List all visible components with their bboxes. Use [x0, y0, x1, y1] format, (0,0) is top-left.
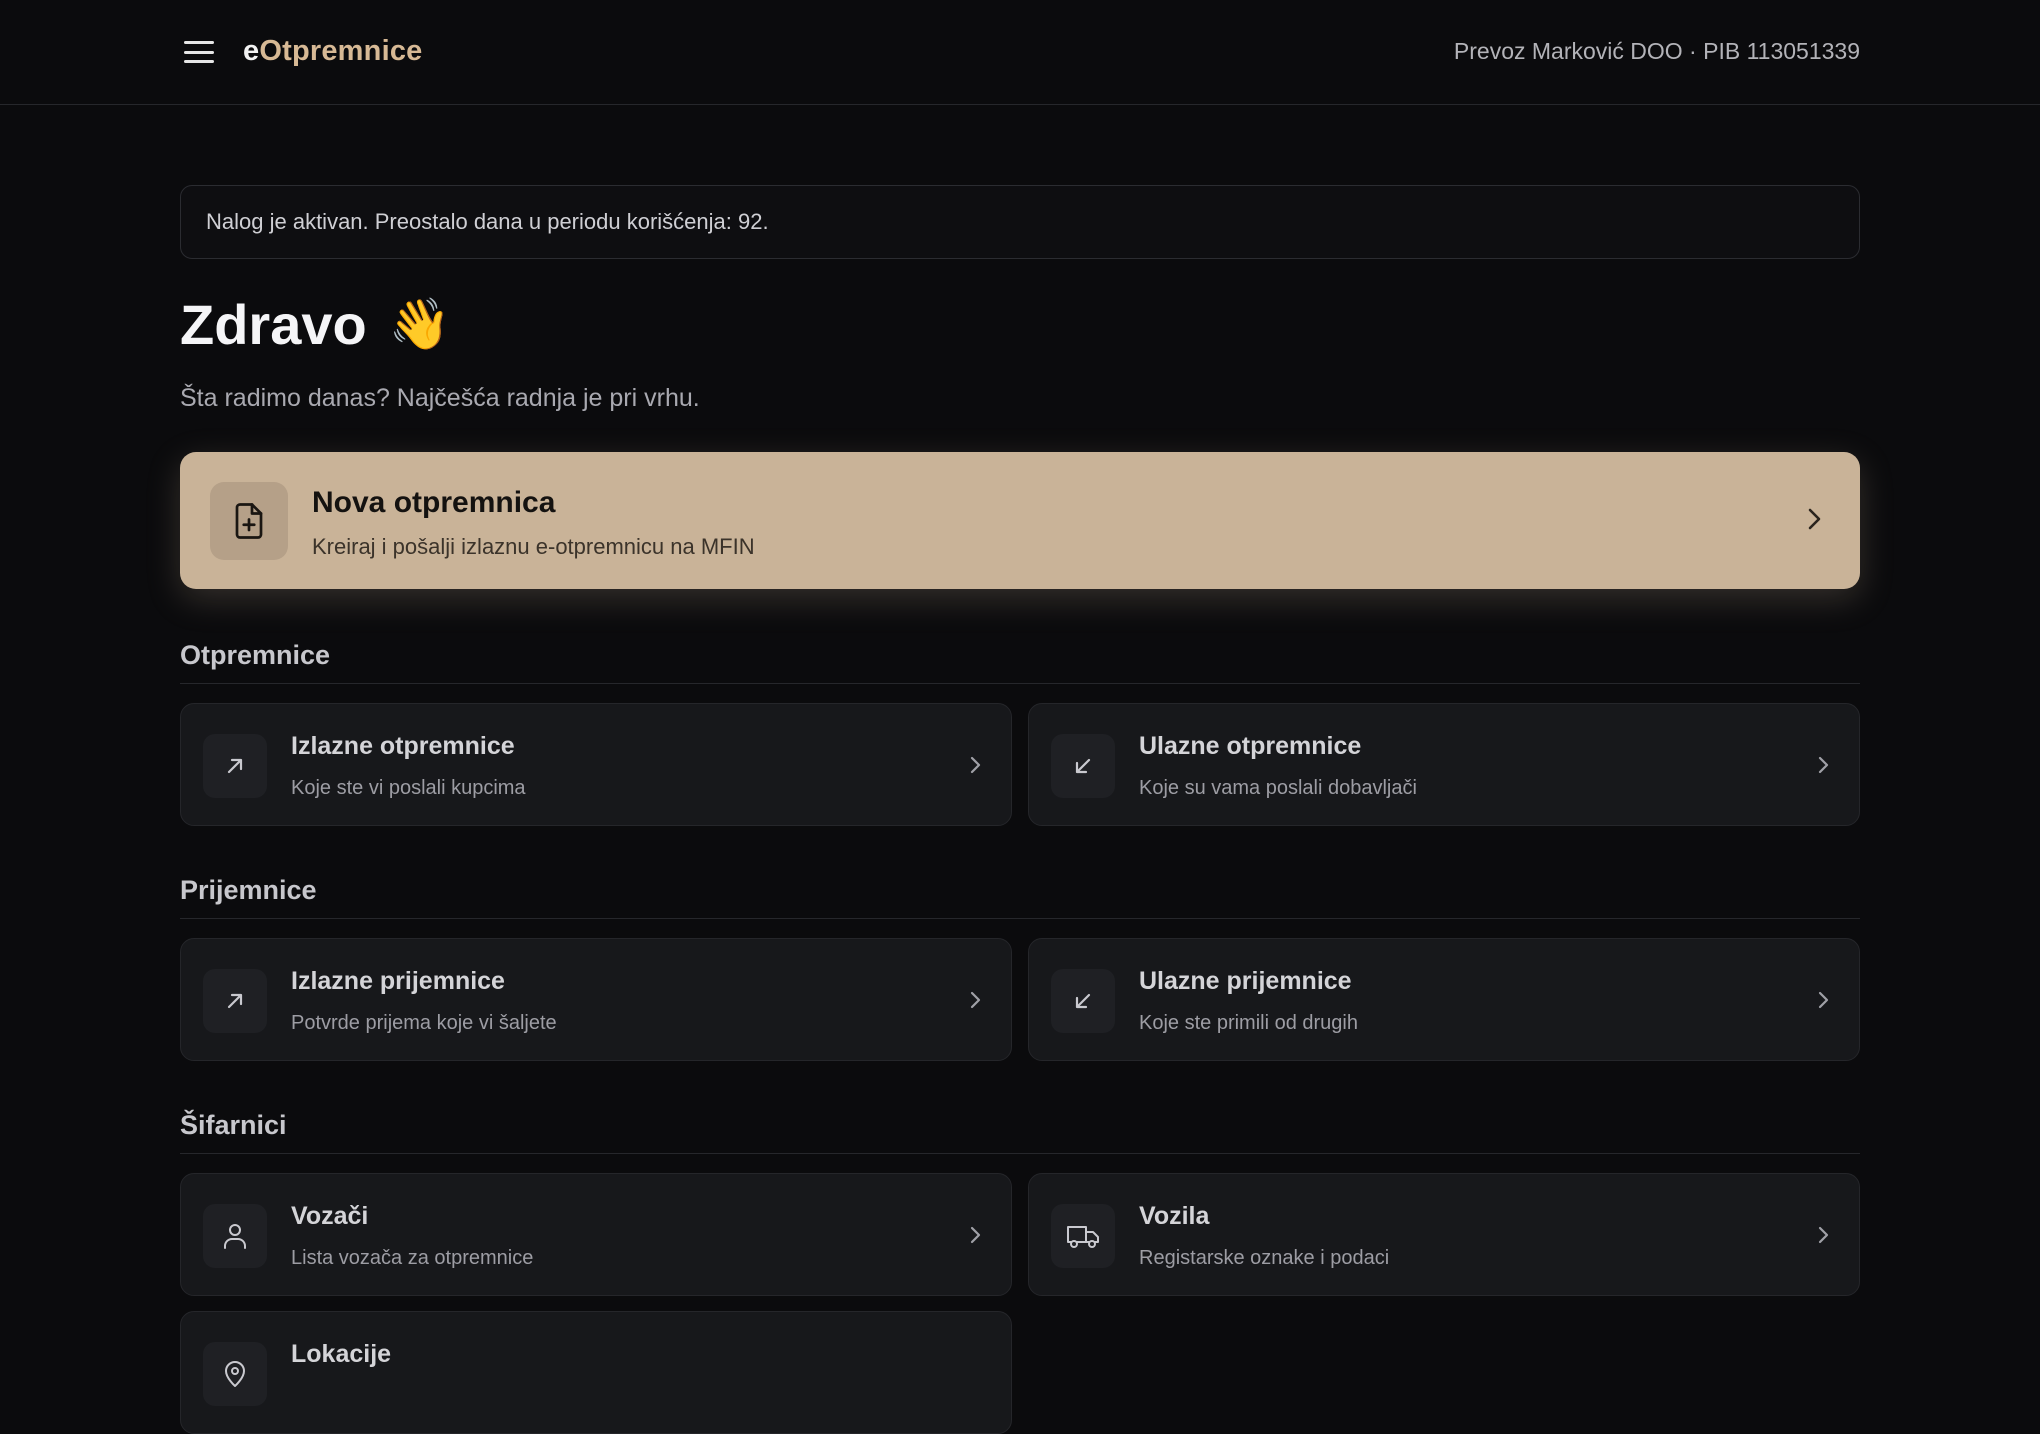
chevron-right-icon — [970, 1226, 981, 1244]
card-title: Ulazne prijemnice — [1139, 967, 1352, 995]
section-title-sifarnici: Šifarnici — [180, 1110, 1860, 1154]
page-subtitle: Šta radimo danas? Najčešća radnja je pri… — [180, 384, 700, 412]
vehicles-card[interactable]: Vozila Registarske oznake i podaci — [1028, 1173, 1860, 1296]
incoming-delivery-notes-card[interactable]: Ulazne otpremnice Koje su vama poslali d… — [1028, 703, 1860, 826]
menu-icon[interactable] — [180, 36, 218, 68]
card-title: Izlazne prijemnice — [291, 967, 505, 995]
chevron-right-icon — [1818, 756, 1829, 774]
drivers-card[interactable]: Vozači Lista vozača za otpremnice — [180, 1173, 1012, 1296]
card-description: Registarske oznake i podaci — [1139, 1247, 1390, 1269]
app-logo[interactable]: eOtpremnice — [243, 35, 423, 68]
card-description: Koje ste vi poslali kupcima — [291, 777, 526, 799]
arrow-down-left-icon — [1051, 734, 1115, 798]
arrow-up-right-icon — [203, 969, 267, 1033]
card-description: Koje su vama poslali dobavljači — [1139, 777, 1417, 799]
card-title: Ulazne otpremnice — [1139, 732, 1362, 760]
card-title: Lokacije — [291, 1340, 392, 1368]
card-title: Izlazne otpremnice — [291, 732, 515, 760]
section-title-otpremnice: Otpremnice — [180, 640, 1860, 684]
arrow-down-left-icon — [1051, 969, 1115, 1033]
company-info: Prevoz Marković DOO · PIB 113051339 — [1453, 38, 1860, 64]
greeting-title: Zdravo — [180, 293, 367, 356]
card-description: Lista vozača za otpremnice — [291, 1247, 534, 1269]
chevron-right-icon — [970, 991, 981, 1009]
chevron-right-icon — [1818, 1226, 1829, 1244]
notice-text: Nalog je aktivan. Preostalo dana u perio… — [206, 209, 769, 234]
locations-card[interactable]: Lokacije — [180, 1311, 1012, 1434]
map-pin-icon — [203, 1342, 267, 1406]
incoming-receipts-card[interactable]: Ulazne prijemnice Koje ste primili od dr… — [1028, 938, 1860, 1061]
card-title: Vozila — [1139, 1202, 1210, 1230]
waving-hand-icon: 👋 — [388, 296, 451, 352]
hero-description: Kreiraj i pošalji izlaznu e-otpremnicu n… — [312, 534, 755, 559]
section-title-prijemnice: Prijemnice — [180, 875, 1860, 919]
account-status-notice: Nalog je aktivan. Preostalo dana u perio… — [180, 185, 1860, 259]
file-plus-icon — [210, 482, 288, 560]
user-icon — [203, 1204, 267, 1268]
arrow-up-right-icon — [203, 734, 267, 798]
outgoing-receipts-card[interactable]: Izlazne prijemnice Potvrde prijema koje … — [180, 938, 1012, 1061]
chevron-right-icon — [970, 756, 981, 774]
hero-title: Nova otpremnica — [312, 486, 556, 519]
chevron-right-icon — [1818, 991, 1829, 1009]
chevron-right-icon — [1808, 508, 1821, 530]
card-title: Vozači — [291, 1202, 369, 1230]
outgoing-delivery-notes-card[interactable]: Izlazne otpremnice Koje ste vi poslali k… — [180, 703, 1012, 826]
card-description: Potvrde prijema koje vi šaljete — [291, 1012, 557, 1034]
new-delivery-note-button[interactable]: Nova otpremnica Kreiraj i pošalji izlazn… — [180, 452, 1860, 589]
top-bar: eOtpremnice Prevoz Marković DOO · PIB 11… — [0, 0, 2040, 105]
page-title: Zdravo 👋 — [180, 292, 451, 357]
card-description: Koje ste primili od drugih — [1139, 1012, 1358, 1034]
truck-icon — [1051, 1204, 1115, 1268]
